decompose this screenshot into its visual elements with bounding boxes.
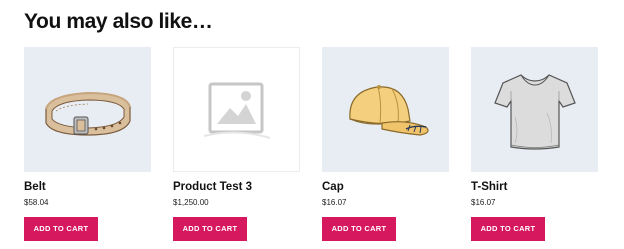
product-name[interactable]: Belt [24,180,46,194]
product-card-cap: Cap $16.07 ADD TO CART [322,47,451,241]
add-to-cart-button[interactable]: ADD TO CART [173,217,247,241]
product-card-t-shirt: T-Shirt $16.07 ADD TO CART [471,47,600,241]
placeholder-image-icon [203,82,271,139]
add-to-cart-button[interactable]: ADD TO CART [24,217,98,241]
section-title: You may also like… [24,10,213,33]
product-name[interactable]: Product Test 3 [173,180,252,194]
add-to-cart-button[interactable]: ADD TO CART [471,217,545,241]
related-products-list: Belt $58.04 ADD TO CART Product Test 3 $… [24,47,600,247]
product-price: $16.07 [471,198,496,207]
belt-image [45,91,131,136]
tshirt-image [494,74,576,150]
cap-image [349,85,429,136]
product-name[interactable]: Cap [322,180,344,194]
product-image-belt[interactable] [24,47,151,172]
product-card-belt: Belt $58.04 ADD TO CART [24,47,153,241]
product-name[interactable]: T-Shirt [471,180,507,194]
product-price: $1,250.00 [173,198,209,207]
product-image-product-test-3[interactable] [173,47,300,172]
product-price: $16.07 [322,198,347,207]
add-to-cart-button[interactable]: ADD TO CART [322,217,396,241]
product-image-cap[interactable] [322,47,449,172]
product-card-product-test-3: Product Test 3 $1,250.00 ADD TO CART [173,47,302,241]
product-price: $58.04 [24,198,49,207]
product-image-t-shirt[interactable] [471,47,598,172]
